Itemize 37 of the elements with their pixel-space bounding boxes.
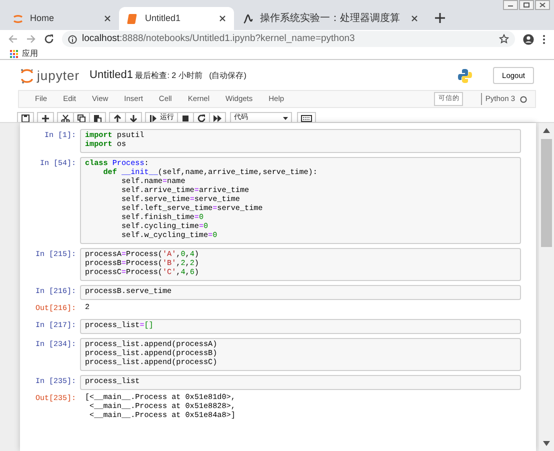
scroll-down-icon[interactable] xyxy=(543,441,550,446)
bookmark-link[interactable]: 应用 xyxy=(22,48,38,60)
save-icon xyxy=(21,114,30,123)
logo-text: jupyter xyxy=(37,66,80,85)
account-icon[interactable] xyxy=(523,34,534,44)
apps-icon[interactable] xyxy=(10,50,18,58)
scroll-up-icon[interactable] xyxy=(543,128,550,133)
browser-tab[interactable]: Home xyxy=(4,7,119,30)
browser-tab[interactable]: Untitled1 xyxy=(119,7,234,30)
caret-icon xyxy=(283,117,288,120)
autosave-text: (自动保存) xyxy=(209,70,246,82)
browser-tab[interactable]: 操作系统实验一：处理器调度算 xyxy=(234,7,426,30)
kernel-status-icon xyxy=(520,96,527,102)
notebook-title[interactable]: Untitled1 xyxy=(90,67,133,84)
arrow-up-icon xyxy=(113,114,122,123)
plus-icon xyxy=(41,114,50,123)
scissors-icon xyxy=(61,114,70,123)
restart-icon xyxy=(197,114,206,123)
menu-icon[interactable] xyxy=(542,34,546,44)
notebook-icon xyxy=(127,12,139,24)
step-icon xyxy=(149,114,158,123)
stop-icon xyxy=(181,114,190,123)
minimize-icon[interactable] xyxy=(503,0,518,10)
info-icon xyxy=(68,34,77,44)
star-icon[interactable] xyxy=(499,34,509,44)
checkpoint-text: 最后检查: 2 小时前 xyxy=(135,70,202,82)
close-icon[interactable] xyxy=(219,15,226,22)
reload-icon[interactable] xyxy=(44,34,54,44)
close-icon[interactable] xyxy=(535,0,550,10)
close-icon[interactable] xyxy=(104,15,111,22)
keyboard-icon xyxy=(301,114,312,123)
arrow-down-icon xyxy=(129,114,138,123)
code-cell-input[interactable] xyxy=(80,157,521,244)
close-icon[interactable] xyxy=(411,15,418,22)
new-tab-icon[interactable] xyxy=(432,10,448,26)
restore-icon[interactable] xyxy=(519,0,534,10)
scrollbar-thumb[interactable] xyxy=(541,139,552,247)
